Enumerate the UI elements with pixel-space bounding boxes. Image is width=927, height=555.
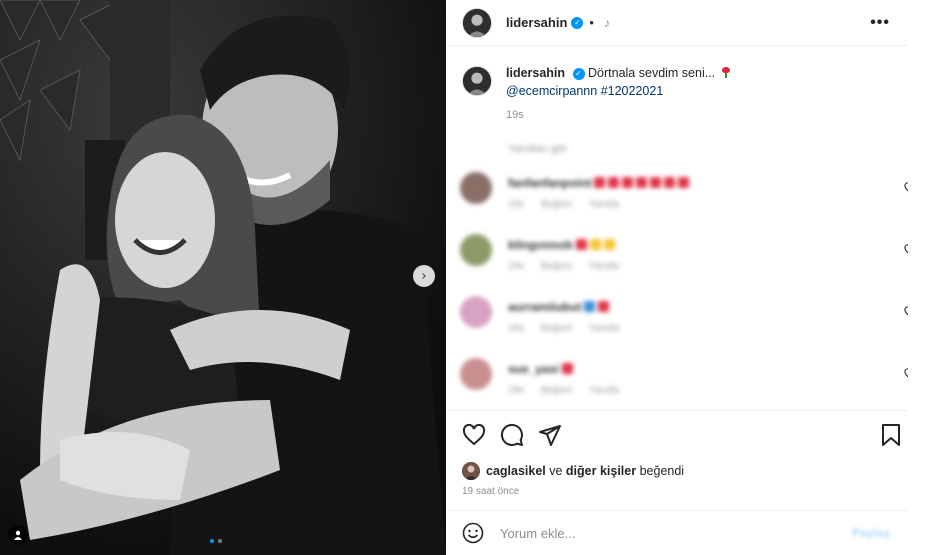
caption-author-avatar[interactable] (462, 66, 492, 96)
comment-text: fanfanfanpoint (508, 176, 690, 190)
comment-row: k0ngonnob 19s Beğeni Yanıtla (460, 234, 916, 290)
post-header: lidersahin ✓ • ♪ ••• (446, 0, 908, 46)
likes-others-link[interactable]: diğer kişiler (566, 464, 636, 478)
emoji-icon (664, 177, 676, 188)
emoji-icon (594, 177, 606, 188)
comment-text: k0ngonnob (508, 238, 615, 252)
audio-icon[interactable]: ♪ (604, 16, 610, 30)
emoji-icon (608, 177, 620, 188)
post-photo[interactable]: › (0, 0, 446, 555)
commenter-avatar[interactable] (460, 172, 492, 204)
caption-mention-link[interactable]: @ecemcirpannn (506, 84, 597, 98)
likes-verb: beğendi (636, 464, 685, 478)
comment-input[interactable] (500, 525, 840, 541)
commenter-username[interactable]: k0ngonnob (508, 238, 573, 252)
emoji-icon (584, 301, 596, 312)
comment-text: aurramiiubut (508, 300, 610, 314)
caption-text: Dörtnala sevdim seni... (588, 66, 716, 80)
emoji-icon (561, 363, 573, 374)
comment-row: aurramiiubut 19s Beğeni Yanıtla (460, 296, 916, 352)
commenter-username[interactable]: aurramiiubut (508, 300, 581, 314)
carousel-indicator (210, 539, 222, 543)
carousel-next-button[interactable]: › (413, 265, 435, 287)
author-username[interactable]: lidersahin (506, 15, 567, 30)
like-heart-icon[interactable] (462, 423, 486, 447)
carousel-dot-active (210, 539, 214, 543)
emoji-icon (603, 239, 615, 250)
likes-connector: ve (545, 464, 566, 478)
emoji-icon (598, 301, 610, 312)
comment-meta: 19s Beğeni Yanıtla (508, 385, 620, 396)
post-actions: caglasikel ve diğer kişiler beğendi 19 s… (446, 410, 908, 510)
share-send-icon[interactable] (538, 423, 562, 447)
emoji-icon (589, 239, 601, 250)
liker-username[interactable]: caglasikel (486, 464, 546, 478)
likes-summary: caglasikel ve diğer kişiler beğendi (462, 462, 684, 480)
caption-username[interactable]: lidersahin (506, 66, 565, 80)
view-replies-link[interactable]: Yanıtları gör (508, 143, 567, 155)
verified-badge-icon: ✓ (571, 16, 584, 29)
carousel-dot (218, 539, 222, 543)
verified-badge-icon: ✓ (572, 67, 585, 80)
comment-meta: 19s Beğeni Yanıtla (508, 199, 620, 210)
posted-time: 19 saat önce (462, 486, 520, 497)
post-caption: lidersahin ✓ Dörtnala sevdim seni... @ec… (462, 64, 892, 124)
header-separator: • (589, 15, 594, 30)
emoji-icon (636, 177, 648, 188)
comment-row: sue_yasi 19s Beğeni Yanıtla (460, 358, 916, 414)
commenter-avatar[interactable] (460, 358, 492, 390)
commenter-avatar[interactable] (460, 234, 492, 266)
caption-hashtag-link[interactable]: #12022021 (601, 84, 664, 98)
comment-meta: 19s Beğeni Yanıtla (508, 323, 620, 334)
emoji-icon (575, 239, 587, 250)
commenter-username[interactable]: sue_yasi (508, 362, 559, 376)
commenter-username[interactable]: fanfanfanpoint (508, 176, 591, 190)
comment-bubble-icon[interactable] (500, 423, 524, 447)
emoji-icon (650, 177, 662, 188)
save-bookmark-icon[interactable] (880, 423, 902, 447)
emoji-icon (678, 177, 690, 188)
page-margin (908, 0, 927, 555)
liker-avatar[interactable] (462, 462, 480, 480)
post-side-panel: lidersahin ✓ • ♪ ••• lidersahin ✓ Dörtna… (446, 0, 916, 555)
emoji-picker-icon[interactable] (462, 522, 484, 544)
post-comment-button[interactable]: Paylaş (852, 526, 890, 540)
comment-composer: Paylaş (446, 510, 908, 555)
comment-meta: 19s Beğeni Yanıtla (508, 261, 620, 272)
rose-emoji-icon (721, 67, 730, 78)
emoji-icon (622, 177, 634, 188)
photo-image (0, 0, 446, 555)
user-icon (14, 530, 22, 540)
commenter-avatar[interactable] (460, 296, 492, 328)
comment-row: fanfanfanpoint 19s Beğeni Yanıtla (460, 172, 916, 228)
comment-text: sue_yasi (508, 362, 573, 376)
author-avatar[interactable] (462, 7, 492, 38)
tagged-users-button[interactable] (8, 525, 28, 545)
more-options-button[interactable]: ••• (870, 14, 890, 32)
caption-timestamp: 19s (506, 109, 524, 121)
